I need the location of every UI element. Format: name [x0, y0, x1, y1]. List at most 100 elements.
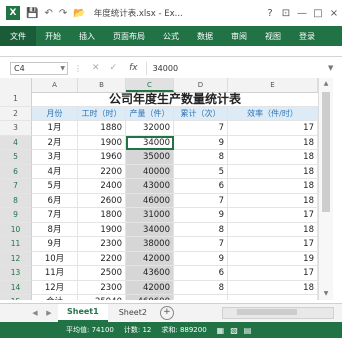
cell-c11[interactable]: 38000: [126, 237, 174, 252]
help-button[interactable]: ?: [262, 8, 278, 19]
insert-function-icon[interactable]: fx: [129, 63, 138, 73]
close-button[interactable]: ×: [326, 8, 342, 19]
cell-e8[interactable]: 18: [228, 193, 318, 208]
row-header[interactable]: 1: [0, 92, 32, 107]
cell-e12[interactable]: 19: [228, 251, 318, 266]
cell-a12[interactable]: 10月: [32, 251, 78, 266]
row-header[interactable]: 5: [0, 150, 32, 165]
redo-icon[interactable]: ↷: [59, 8, 67, 19]
sheet-tab-sheet1[interactable]: Sheet1: [58, 304, 108, 322]
cell-d2[interactable]: 累计（次）: [174, 106, 228, 121]
row-header[interactable]: 13: [0, 266, 32, 281]
cell-b8[interactable]: 2600: [78, 193, 126, 208]
cell-d4[interactable]: 9: [174, 135, 228, 150]
cell-b7[interactable]: 2400: [78, 179, 126, 194]
row-header[interactable]: 7: [0, 179, 32, 194]
add-sheet-icon[interactable]: +: [159, 306, 174, 320]
sign-in-link[interactable]: 登录: [290, 26, 324, 46]
cell-b3[interactable]: 1880: [78, 121, 126, 136]
tab-view[interactable]: 视图: [256, 26, 290, 46]
tab-data[interactable]: 数据: [188, 26, 222, 46]
cell-b13[interactable]: 2500: [78, 266, 126, 281]
cell-e7[interactable]: 18: [228, 179, 318, 194]
cell-c12[interactable]: 42000: [126, 251, 174, 266]
cell-a3[interactable]: 1月: [32, 121, 78, 136]
cell-d11[interactable]: 7: [174, 237, 228, 252]
folder-icon[interactable]: 📂: [73, 8, 85, 19]
view-mode-icons[interactable]: ▦▧▤: [217, 326, 258, 335]
column-header-e[interactable]: E: [228, 78, 318, 92]
cell-d14[interactable]: 8: [174, 280, 228, 295]
cell-d9[interactable]: 9: [174, 208, 228, 223]
cell-c13[interactable]: 43600: [126, 266, 174, 281]
cell-b2[interactable]: 工时（时）: [78, 106, 126, 121]
cell-b5[interactable]: 1960: [78, 150, 126, 165]
cell-d5[interactable]: 8: [174, 150, 228, 165]
column-header-d[interactable]: D: [174, 78, 228, 92]
cell-c14[interactable]: 42000: [126, 280, 174, 295]
cell-a7[interactable]: 5月: [32, 179, 78, 194]
cell-a8[interactable]: 6月: [32, 193, 78, 208]
cell-d15[interactable]: [174, 295, 228, 300]
cell-a6[interactable]: 4月: [32, 164, 78, 179]
cell-d6[interactable]: 5: [174, 164, 228, 179]
tab-page-layout[interactable]: 页面布局: [104, 26, 154, 46]
cell-e3[interactable]: 17: [228, 121, 318, 136]
cell-c8[interactable]: 46000: [126, 193, 174, 208]
cell-e13[interactable]: 17: [228, 266, 318, 281]
column-header-b[interactable]: B: [78, 78, 126, 92]
next-sheet-icon[interactable]: ▶: [42, 309, 56, 317]
row-header[interactable]: 8: [0, 193, 32, 208]
cell-e5[interactable]: 18: [228, 150, 318, 165]
cell-b14[interactable]: 2300: [78, 280, 126, 295]
row-header[interactable]: 6: [0, 164, 32, 179]
tab-file[interactable]: 文件: [0, 26, 36, 46]
sheet-tab-sheet2[interactable]: Sheet2: [110, 305, 156, 321]
cell-b11[interactable]: 2300: [78, 237, 126, 252]
maximize-button[interactable]: □: [310, 8, 326, 19]
confirm-icon[interactable]: ✓: [110, 63, 118, 73]
row-header[interactable]: 14: [0, 280, 32, 295]
cell-a13[interactable]: 11月: [32, 266, 78, 281]
cell-d3[interactable]: 7: [174, 121, 228, 136]
chevron-down-icon[interactable]: ▼: [60, 65, 67, 72]
row-header[interactable]: 3: [0, 121, 32, 136]
column-header-a[interactable]: A: [32, 78, 78, 92]
cell-d10[interactable]: 8: [174, 222, 228, 237]
cell-c6[interactable]: 40000: [126, 164, 174, 179]
cell-d12[interactable]: 9: [174, 251, 228, 266]
row-header[interactable]: 4: [0, 135, 32, 150]
cell-b15[interactable]: 25940: [78, 295, 126, 300]
cell-a14[interactable]: 12月: [32, 280, 78, 295]
cell-b6[interactable]: 2200: [78, 164, 126, 179]
cell-c2[interactable]: 产量（件）: [126, 106, 174, 121]
cell-c9[interactable]: 31000: [126, 208, 174, 223]
tab-insert[interactable]: 插入: [70, 26, 104, 46]
row-header[interactable]: 2: [0, 106, 32, 121]
select-all-corner[interactable]: [0, 78, 32, 92]
sheet-title-cell[interactable]: 公司年度生产数量统计表: [32, 92, 318, 107]
cell-a2[interactable]: 月份: [32, 106, 78, 121]
column-header-c[interactable]: C: [126, 78, 174, 92]
cancel-icon[interactable]: ✕: [92, 63, 100, 73]
row-header[interactable]: 10: [0, 222, 32, 237]
scroll-down-icon[interactable]: ▼: [319, 288, 333, 300]
cell-c3[interactable]: 32000: [126, 121, 174, 136]
scroll-thumb[interactable]: [322, 92, 330, 212]
name-box[interactable]: C4 ▼: [10, 61, 68, 75]
row-header[interactable]: 11: [0, 237, 32, 252]
scroll-up-icon[interactable]: ▲: [319, 78, 333, 90]
worksheet-grid[interactable]: A B C D E 1 公司年度生产数量统计表 2 月份 工时（时） 产量（件） 累计（次）…: [0, 78, 318, 300]
cell-c7[interactable]: 43000: [126, 179, 174, 194]
cell-e15[interactable]: [228, 295, 318, 300]
cell-d7[interactable]: 6: [174, 179, 228, 194]
cell-a9[interactable]: 7月: [32, 208, 78, 223]
cell-c15[interactable]: 460600: [126, 295, 174, 300]
horizontal-scrollbar[interactable]: [222, 307, 334, 319]
horizontal-scroll-thumb[interactable]: [237, 309, 297, 315]
save-icon[interactable]: 💾: [26, 8, 38, 19]
minimize-button[interactable]: —: [294, 8, 310, 19]
cell-a5[interactable]: 3月: [32, 150, 78, 165]
cell-d8[interactable]: 7: [174, 193, 228, 208]
cell-a15[interactable]: 合计: [32, 295, 78, 300]
